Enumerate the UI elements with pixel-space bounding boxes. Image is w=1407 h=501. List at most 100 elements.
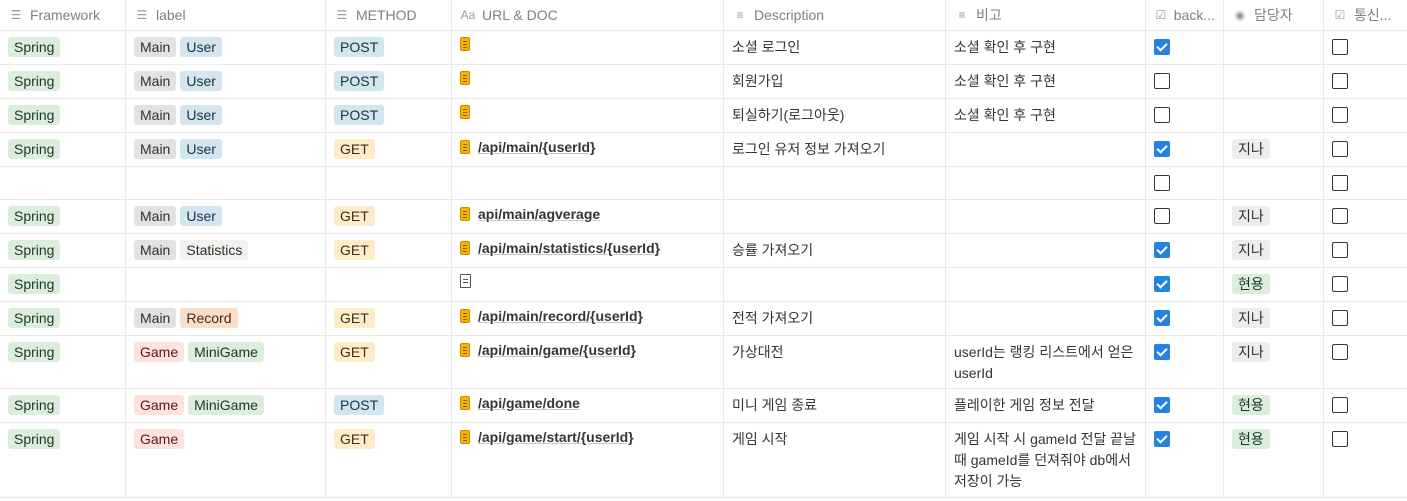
url-link[interactable]: /api/main/record/{userId} (460, 308, 715, 324)
framework-cell[interactable]: Spring (0, 302, 126, 335)
method-cell[interactable]: POST (326, 31, 452, 64)
backend-checkbox[interactable] (1154, 242, 1170, 258)
url-cell[interactable]: /api/main/game/{userId} (452, 336, 724, 388)
note-cell[interactable] (946, 268, 1146, 301)
url-link[interactable] (460, 274, 715, 288)
url-link[interactable]: /api/game/start/{userId} (460, 429, 715, 445)
framework-cell[interactable]: Spring (0, 99, 126, 132)
method-cell[interactable]: GET (326, 234, 452, 267)
url-cell[interactable] (452, 268, 724, 301)
backend-checkbox[interactable] (1154, 208, 1170, 224)
label-cell[interactable]: Main Statistics (126, 234, 326, 267)
comm-checkbox[interactable] (1332, 310, 1348, 326)
label-cell[interactable]: Main User (126, 133, 326, 166)
backend-checkbox[interactable] (1154, 276, 1170, 292)
label-cell[interactable] (126, 268, 326, 301)
framework-cell[interactable]: Spring (0, 336, 126, 388)
table-row[interactable]: Spring Main User GET/api/main/{userId} 로그인 유… (0, 133, 1407, 167)
owner-cell[interactable]: 지나 (1224, 302, 1324, 335)
note-cell[interactable]: 플레이한 게임 정보 전달 (946, 389, 1146, 422)
backend-checkbox[interactable] (1154, 344, 1170, 360)
comm-checkbox[interactable] (1332, 276, 1348, 292)
url-cell[interactable]: /api/main/statistics/{userId} (452, 234, 724, 267)
method-cell[interactable]: GET (326, 133, 452, 166)
framework-cell[interactable]: Spring (0, 65, 126, 98)
url-link[interactable]: /api/main/statistics/{userId} (460, 240, 715, 256)
method-cell[interactable]: GET (326, 200, 452, 233)
url-link[interactable]: /api/main/game/{userId} (460, 342, 715, 358)
url-cell[interactable] (452, 167, 724, 199)
framework-cell[interactable]: Spring (0, 133, 126, 166)
backend-checkbox[interactable] (1154, 141, 1170, 157)
method-cell[interactable]: POST (326, 389, 452, 422)
description-cell[interactable]: 승률 가져오기 (724, 234, 946, 267)
comm-checkbox[interactable] (1332, 431, 1348, 447)
owner-cell[interactable]: 현용 (1224, 389, 1324, 422)
description-cell[interactable]: 게임 시작 (724, 423, 946, 497)
column-header[interactable]: ☰ label (126, 0, 326, 30)
column-header[interactable]: ≡ Description (724, 0, 946, 30)
owner-cell[interactable]: 현용 (1224, 423, 1324, 497)
note-cell[interactable]: 소셜 확인 후 구현 (946, 31, 1146, 64)
url-link[interactable]: /api/game/done (460, 395, 715, 411)
comm-checkbox[interactable] (1332, 344, 1348, 360)
url-cell[interactable]: /api/game/start/{userId} (452, 423, 724, 497)
owner-cell[interactable]: 지나 (1224, 234, 1324, 267)
table-row[interactable]: Spring Game GET/api/game/start/{userId} 게임 … (0, 423, 1407, 498)
label-cell[interactable]: Game MiniGame (126, 336, 326, 388)
table-row[interactable]: Spring 현용 (0, 268, 1407, 302)
url-cell[interactable] (452, 99, 724, 132)
comm-checkbox[interactable] (1332, 242, 1348, 258)
backend-checkbox[interactable] (1154, 107, 1170, 123)
framework-cell[interactable] (0, 167, 126, 199)
url-cell[interactable] (452, 65, 724, 98)
note-cell[interactable]: 소셜 확인 후 구현 (946, 99, 1146, 132)
label-cell[interactable] (126, 167, 326, 199)
url-cell[interactable]: /api/main/record/{userId} (452, 302, 724, 335)
description-cell[interactable]: 가상대전 (724, 336, 946, 388)
description-cell[interactable]: 미니 게임 종료 (724, 389, 946, 422)
framework-cell[interactable]: Spring (0, 268, 126, 301)
owner-cell[interactable]: 지나 (1224, 200, 1324, 233)
description-cell[interactable] (724, 167, 946, 199)
owner-cell[interactable] (1224, 31, 1324, 64)
backend-checkbox[interactable] (1154, 39, 1170, 55)
label-cell[interactable]: Game (126, 423, 326, 497)
method-cell[interactable]: POST (326, 65, 452, 98)
url-cell[interactable] (452, 31, 724, 64)
description-cell[interactable]: 로그인 유저 정보 가져오기 (724, 133, 946, 166)
label-cell[interactable]: Main User (126, 99, 326, 132)
note-cell[interactable]: 게임 시작 시 gameId 전달 끝날 때 gameId를 던져줘야 db에서… (946, 423, 1146, 497)
note-cell[interactable]: userId는 랭킹 리스트에서 얻은 userId (946, 336, 1146, 388)
comm-checkbox[interactable] (1332, 397, 1348, 413)
table-row[interactable]: Spring Game MiniGame GET/api/main/game/{use… (0, 336, 1407, 389)
comm-checkbox[interactable] (1332, 107, 1348, 123)
note-cell[interactable]: 소셜 확인 후 구현 (946, 65, 1146, 98)
method-cell[interactable]: POST (326, 99, 452, 132)
table-row[interactable]: Spring Main User POST 소셜 로그인 소셜 확인 후 구현 (0, 31, 1407, 65)
note-cell[interactable] (946, 200, 1146, 233)
url-link[interactable]: api/main/agverage (460, 206, 715, 222)
table-row[interactable] (0, 167, 1407, 200)
table-row[interactable]: Spring Main User POST 회원가입 소셜 확인 후 구현 (0, 65, 1407, 99)
method-cell[interactable] (326, 167, 452, 199)
column-header[interactable]: ◉ 담당자 (1224, 0, 1324, 30)
method-cell[interactable]: GET (326, 336, 452, 388)
url-link[interactable] (460, 105, 715, 119)
url-cell[interactable]: api/main/agverage (452, 200, 724, 233)
owner-cell[interactable] (1224, 99, 1324, 132)
description-cell[interactable] (724, 200, 946, 233)
description-cell[interactable]: 소셜 로그인 (724, 31, 946, 64)
column-header[interactable]: ☰ METHOD (326, 0, 452, 30)
backend-checkbox[interactable] (1154, 310, 1170, 326)
note-cell[interactable] (946, 133, 1146, 166)
note-cell[interactable] (946, 302, 1146, 335)
framework-cell[interactable]: Spring (0, 200, 126, 233)
url-link[interactable]: /api/main/{userId} (460, 139, 715, 155)
owner-cell[interactable]: 현용 (1224, 268, 1324, 301)
table-row[interactable]: Spring Game MiniGame POST/api/game/done 미니 게… (0, 389, 1407, 423)
note-cell[interactable] (946, 167, 1146, 199)
column-header[interactable]: Aa URL & DOC (452, 0, 724, 30)
label-cell[interactable]: Main User (126, 31, 326, 64)
description-cell[interactable]: 퇴실하기(로그아웃) (724, 99, 946, 132)
